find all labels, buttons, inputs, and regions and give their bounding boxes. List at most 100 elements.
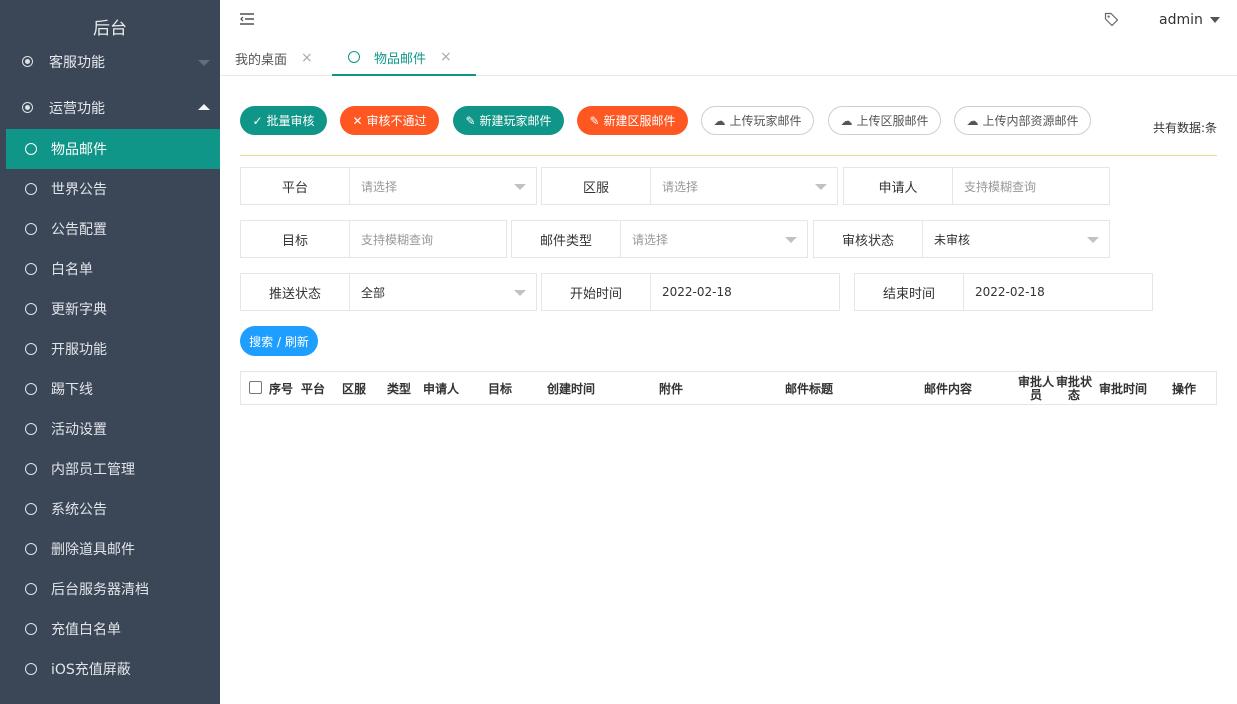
start-time-input[interactable]: 2022-02-18	[651, 274, 839, 310]
select-placeholder: 请选择	[662, 179, 699, 194]
column-header: 平台	[301, 381, 326, 396]
main-content: ✓ 批量审核 ✕ 审核不通过 ✎ 新建玩家邮件 ✎ 新建区服邮件 ☁ 上传玩家邮件 ☁ 上传…	[240, 76, 1217, 405]
record-count: 共有数据:条	[1152, 121, 1217, 135]
sidebar-item-world-notice[interactable]: 世界公告	[0, 169, 220, 209]
pencil-icon: ✎	[589, 113, 600, 128]
circle-icon	[25, 223, 37, 235]
batch-review-button[interactable]: ✓ 批量审核	[240, 106, 327, 135]
circle-icon	[25, 543, 37, 555]
sidebar-item-ios-recharge-block[interactable]: iOS充值屏蔽	[0, 649, 220, 689]
sidebar-item-event-settings[interactable]: 活动设置	[0, 409, 220, 449]
sidebar-item-staff-management[interactable]: 内部员工管理	[0, 449, 220, 489]
close-icon: ✕	[352, 113, 363, 128]
sidebar-item-update-dict[interactable]: 更新字典	[0, 289, 220, 329]
circle-icon	[25, 263, 37, 275]
sidebar-item-server-wipe[interactable]: 后台服务器清档	[0, 569, 220, 609]
sidebar-item-kick-offline[interactable]: 踢下线	[0, 369, 220, 409]
radio-icon	[22, 102, 33, 113]
circle-icon	[348, 51, 360, 63]
sidebar-item-open-server[interactable]: 开服功能	[0, 329, 220, 369]
end-time-input[interactable]: 2022-02-18	[964, 274, 1152, 310]
sidebar-item-label: 物品邮件	[51, 142, 107, 158]
username: admin	[1159, 12, 1203, 28]
column-header: 审批人员	[1018, 375, 1055, 402]
field-label: 开始时间	[542, 274, 651, 310]
field-label: 区服	[542, 168, 651, 204]
close-icon[interactable]: ×	[440, 49, 452, 65]
search-refresh-button[interactable]: 搜索 / 刷新	[240, 326, 318, 356]
select-placeholder: 请选择	[361, 179, 398, 194]
cloud-upload-icon: ☁	[713, 113, 726, 128]
upload-player-mail-button[interactable]: ☁ 上传玩家邮件	[701, 106, 814, 135]
review-status-select[interactable]: 未审核	[923, 221, 1109, 257]
push-status-filter: 推送状态 全部	[240, 273, 537, 311]
select-all-checkbox[interactable]	[249, 381, 262, 394]
select-value: 未审核	[934, 232, 971, 247]
field-label: 结束时间	[855, 274, 964, 310]
select-placeholder: 请选择	[632, 232, 669, 247]
target-filter: 目标 支持模糊查询	[240, 220, 507, 258]
tag-icon[interactable]	[1104, 12, 1119, 27]
sidebar-item-recharge-whitelist[interactable]: 充值白名单	[0, 609, 220, 649]
sidebar-item-label: iOS充值屏蔽	[51, 662, 131, 678]
sidebar-item-notice-config[interactable]: 公告配置	[0, 209, 220, 249]
push-status-select[interactable]: 全部	[350, 274, 536, 310]
tab-my-desktop[interactable]: 我的桌面 ×	[235, 40, 313, 76]
button-label: 审核不通过	[366, 114, 427, 128]
new-zone-mail-button[interactable]: ✎ 新建区服邮件	[577, 106, 688, 135]
menu-group-operations[interactable]: 运营功能	[0, 86, 220, 129]
dropdown-arrow-icon	[815, 184, 827, 190]
zone-select[interactable]: 请选择	[651, 168, 837, 204]
mail-type-select[interactable]: 请选择	[621, 221, 807, 257]
dropdown-arrow-icon	[785, 237, 797, 243]
upload-internal-resource-mail-button[interactable]: ☁ 上传内部资源邮件	[954, 106, 1091, 135]
radio-icon	[22, 56, 33, 67]
column-header: 序号	[269, 381, 294, 396]
menu-fold-icon[interactable]	[240, 13, 254, 25]
dropdown-arrow-icon	[1087, 237, 1099, 243]
close-icon[interactable]: ×	[301, 50, 313, 66]
cloud-upload-icon: ☁	[840, 113, 853, 128]
field-label: 申请人	[844, 168, 953, 204]
button-label: 新建区服邮件	[603, 114, 676, 128]
circle-icon	[25, 463, 37, 475]
dropdown-arrow-icon	[514, 290, 526, 296]
tab-item-mail[interactable]: 物品邮件 ×	[332, 40, 476, 76]
sidebar-item-label: 世界公告	[51, 182, 107, 198]
pencil-icon: ✎	[465, 113, 476, 128]
sidebar-item-label: 后台服务器清档	[51, 582, 149, 598]
sidebar: 后台 客服功能 运营功能 物品邮件 世界公告 公告配置 白名单 更新字典 开服功…	[0, 0, 220, 704]
sidebar-item-label: 开服功能	[51, 342, 107, 358]
applicant-input[interactable]: 支持模糊查询	[953, 168, 1109, 204]
sidebar-item-delete-item-mail[interactable]: 删除道具邮件	[0, 529, 220, 569]
circle-icon	[25, 663, 37, 675]
button-label: 上传玩家邮件	[729, 114, 802, 128]
tab-label: 我的桌面	[235, 52, 288, 68]
column-header: 区服	[342, 381, 367, 396]
new-player-mail-button[interactable]: ✎ 新建玩家邮件	[453, 106, 564, 135]
tab-label: 物品邮件	[374, 51, 427, 67]
applicant-filter: 申请人 支持模糊查询	[843, 167, 1110, 205]
mail-table: 序号 平台 区服 类型 申请人 目标 创建时间 附件 邮件标题 邮件内容 审批人…	[240, 371, 1217, 405]
sidebar-item-label: 内部员工管理	[51, 462, 135, 478]
button-label: 新建玩家邮件	[479, 114, 552, 128]
circle-icon	[25, 583, 37, 595]
user-menu[interactable]: admin	[1159, 12, 1220, 28]
circle-icon	[25, 303, 37, 315]
chevron-up-icon	[198, 103, 210, 110]
reject-review-button[interactable]: ✕ 审核不通过	[340, 106, 439, 135]
upload-zone-mail-button[interactable]: ☁ 上传区服邮件	[828, 106, 941, 135]
platform-select[interactable]: 请选择	[350, 168, 536, 204]
sidebar-item-item-mail[interactable]: 物品邮件	[6, 129, 220, 169]
chevron-down-icon	[198, 59, 210, 66]
sidebar-item-whitelist[interactable]: 白名单	[0, 249, 220, 289]
target-input[interactable]: 支持模糊查询	[350, 221, 506, 257]
sidebar-item-system-notice[interactable]: 系统公告	[0, 489, 220, 529]
button-label: 上传内部资源邮件	[982, 114, 1079, 128]
sidebar-item-label: 公告配置	[51, 222, 107, 238]
column-header: 操作	[1172, 381, 1197, 396]
sidebar-item-label: 系统公告	[51, 502, 107, 518]
column-header: 审批时间	[1099, 381, 1148, 396]
menu-group-customer-service[interactable]: 客服功能	[0, 40, 220, 83]
menu-group-label: 客服功能	[49, 54, 105, 71]
